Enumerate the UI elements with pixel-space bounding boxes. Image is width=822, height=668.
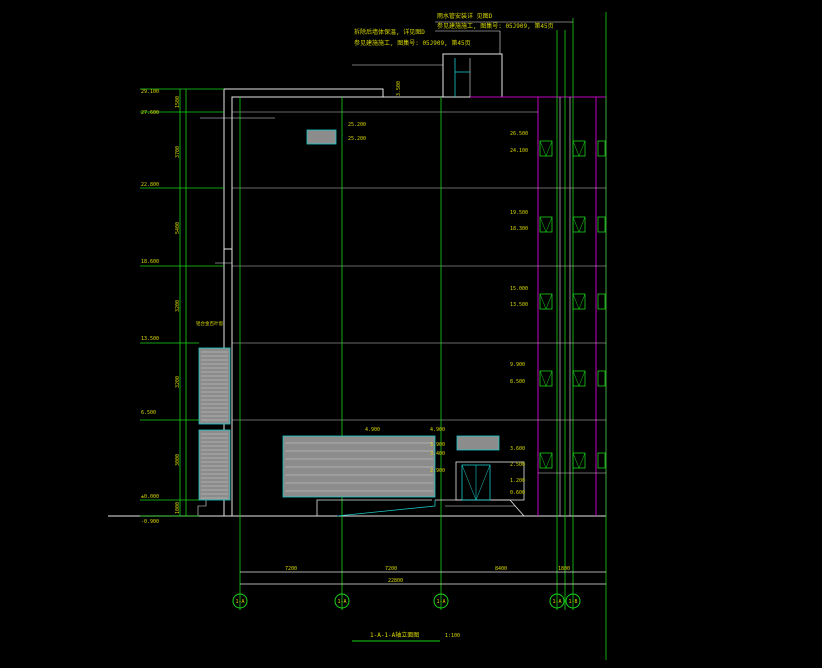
dim-left-7: 1000: [175, 502, 181, 514]
dim-left-2: 3700: [175, 146, 181, 158]
elevation-drawing: 雨水管安装详 见图D 参见建施施工, 图集号: 05J909, 第45页 拆除后…: [108, 12, 607, 660]
note-2: 参见建施施工, 图集号: 05J909, 第45页: [437, 22, 554, 30]
tower-window: [597, 452, 606, 469]
axis-bubbles: [232, 593, 581, 609]
axis-label-1: 1-A: [235, 599, 244, 605]
bottom-dim-1: 7200: [285, 566, 297, 572]
panel-level-4: 3.400: [430, 451, 445, 457]
level-left-5: 13.500: [141, 336, 159, 342]
bottom-dim-2: 7200: [385, 566, 397, 572]
drawing-title: 1-A-1-A轴立面图: [370, 631, 419, 639]
tower-window: [539, 293, 553, 310]
slat-line: [545, 140, 553, 157]
upper-sign-panel: [306, 129, 337, 145]
slat-line: [572, 452, 580, 469]
level-right-12: 0.600: [510, 490, 525, 496]
tower-window: [539, 140, 553, 157]
panel-level-5: 2.900: [430, 468, 445, 474]
level-left-4: 18.600: [141, 259, 159, 265]
slat-line: [578, 370, 586, 387]
slat-line: [572, 140, 580, 157]
level-left-6: 6.500: [141, 410, 156, 416]
tower-window: [572, 140, 586, 157]
dim-left-4: 3200: [175, 300, 181, 312]
slat-line: [572, 293, 580, 310]
tower-window: [597, 140, 606, 157]
tower-window: [572, 216, 586, 233]
note-4: 参见建施施工, 图集号: 05J909, 第45页: [354, 39, 471, 47]
slat-line: [545, 370, 553, 387]
note-1: 雨水管安装详 见图D: [437, 12, 493, 20]
tower-window: [572, 452, 586, 469]
axis-label-5: 1-B: [568, 599, 577, 605]
bottom-dim-3: 8400: [495, 566, 507, 572]
level-right-8: 8.500: [510, 379, 525, 385]
building-outline: [108, 12, 607, 660]
panel-level-3: 3.900: [430, 442, 445, 448]
panel-level-2: 4.900: [430, 427, 445, 433]
tower-window: [597, 370, 606, 387]
tower-window: [572, 370, 586, 387]
level-right-4: 18.300: [510, 226, 528, 232]
tower-window: [597, 216, 606, 233]
slat-line: [545, 216, 553, 233]
tower-window: [572, 293, 586, 310]
bottom-dim-4: 1800: [558, 566, 570, 572]
level-left-2: 27.600: [141, 110, 159, 116]
slat-line: [578, 293, 586, 310]
slat-line: [539, 293, 547, 310]
axis-label-2: 1-A: [337, 599, 346, 605]
slat-line: [578, 140, 586, 157]
axis-label-4: 1-A: [552, 599, 561, 605]
tower-window: [539, 452, 553, 469]
drawing-scale: 1:100: [445, 633, 460, 639]
dim-left-6: 3000: [175, 454, 181, 466]
slat-line: [539, 216, 547, 233]
dim-left-3: 5400: [175, 222, 181, 234]
level-right-10: 2.500: [510, 462, 525, 468]
slat-line: [578, 452, 586, 469]
dim-left-5: 3200: [175, 376, 181, 388]
stair-louver-label: 铝合金百叶窗: [196, 320, 223, 327]
slat-line: [539, 452, 547, 469]
drawing-canvas: 雨水管安装详 见图D 参见建施施工, 图集号: 05J909, 第45页 拆除后…: [0, 0, 822, 664]
slat-line: [545, 293, 553, 310]
level-left-7: ±0.000: [141, 494, 159, 500]
level-right-3: 19.500: [510, 210, 528, 216]
slat-line: [545, 452, 553, 469]
level-right-2: 24.100: [510, 148, 528, 154]
level-left-3: 22.800: [141, 182, 159, 188]
bottom-dim-total: 22800: [388, 578, 403, 584]
level-right-6: 13.500: [510, 302, 528, 308]
note-3: 拆除后墙体保温, 详见图D: [354, 28, 425, 36]
axis-label-3: 1-A: [436, 599, 445, 605]
slat-line: [572, 216, 580, 233]
parapet-dim: 3.500: [396, 81, 402, 96]
slat-line: [539, 370, 547, 387]
panel-level-1: 4.900: [365, 427, 380, 433]
tower-window: [539, 370, 553, 387]
tower-window: [539, 216, 553, 233]
door-sign-panel: [456, 435, 500, 451]
level-right-9: 3.600: [510, 446, 525, 452]
tower-window: [597, 293, 606, 310]
sign-top-level: 25.200: [348, 122, 366, 128]
slat-line: [572, 370, 580, 387]
tower-windows: [539, 140, 606, 469]
level-right-11: 1.200: [510, 478, 525, 484]
level-right-5: 15.000: [510, 286, 528, 292]
slat-line: [539, 140, 547, 157]
sign-bottom-level: 25.200: [348, 136, 366, 142]
level-left-8: -0.900: [141, 519, 159, 525]
level-right-7: 9.900: [510, 362, 525, 368]
stair-louver-lower: [198, 429, 231, 501]
slat-line: [578, 216, 586, 233]
entrance-canopy-panel: [282, 435, 436, 498]
stair-louver-upper: [198, 347, 231, 425]
bottom-dimension-chain: [240, 571, 606, 585]
level-right-1: 26.500: [510, 131, 528, 137]
level-left-1: 29.100: [141, 89, 159, 95]
dim-left-1: 1500: [175, 96, 181, 108]
